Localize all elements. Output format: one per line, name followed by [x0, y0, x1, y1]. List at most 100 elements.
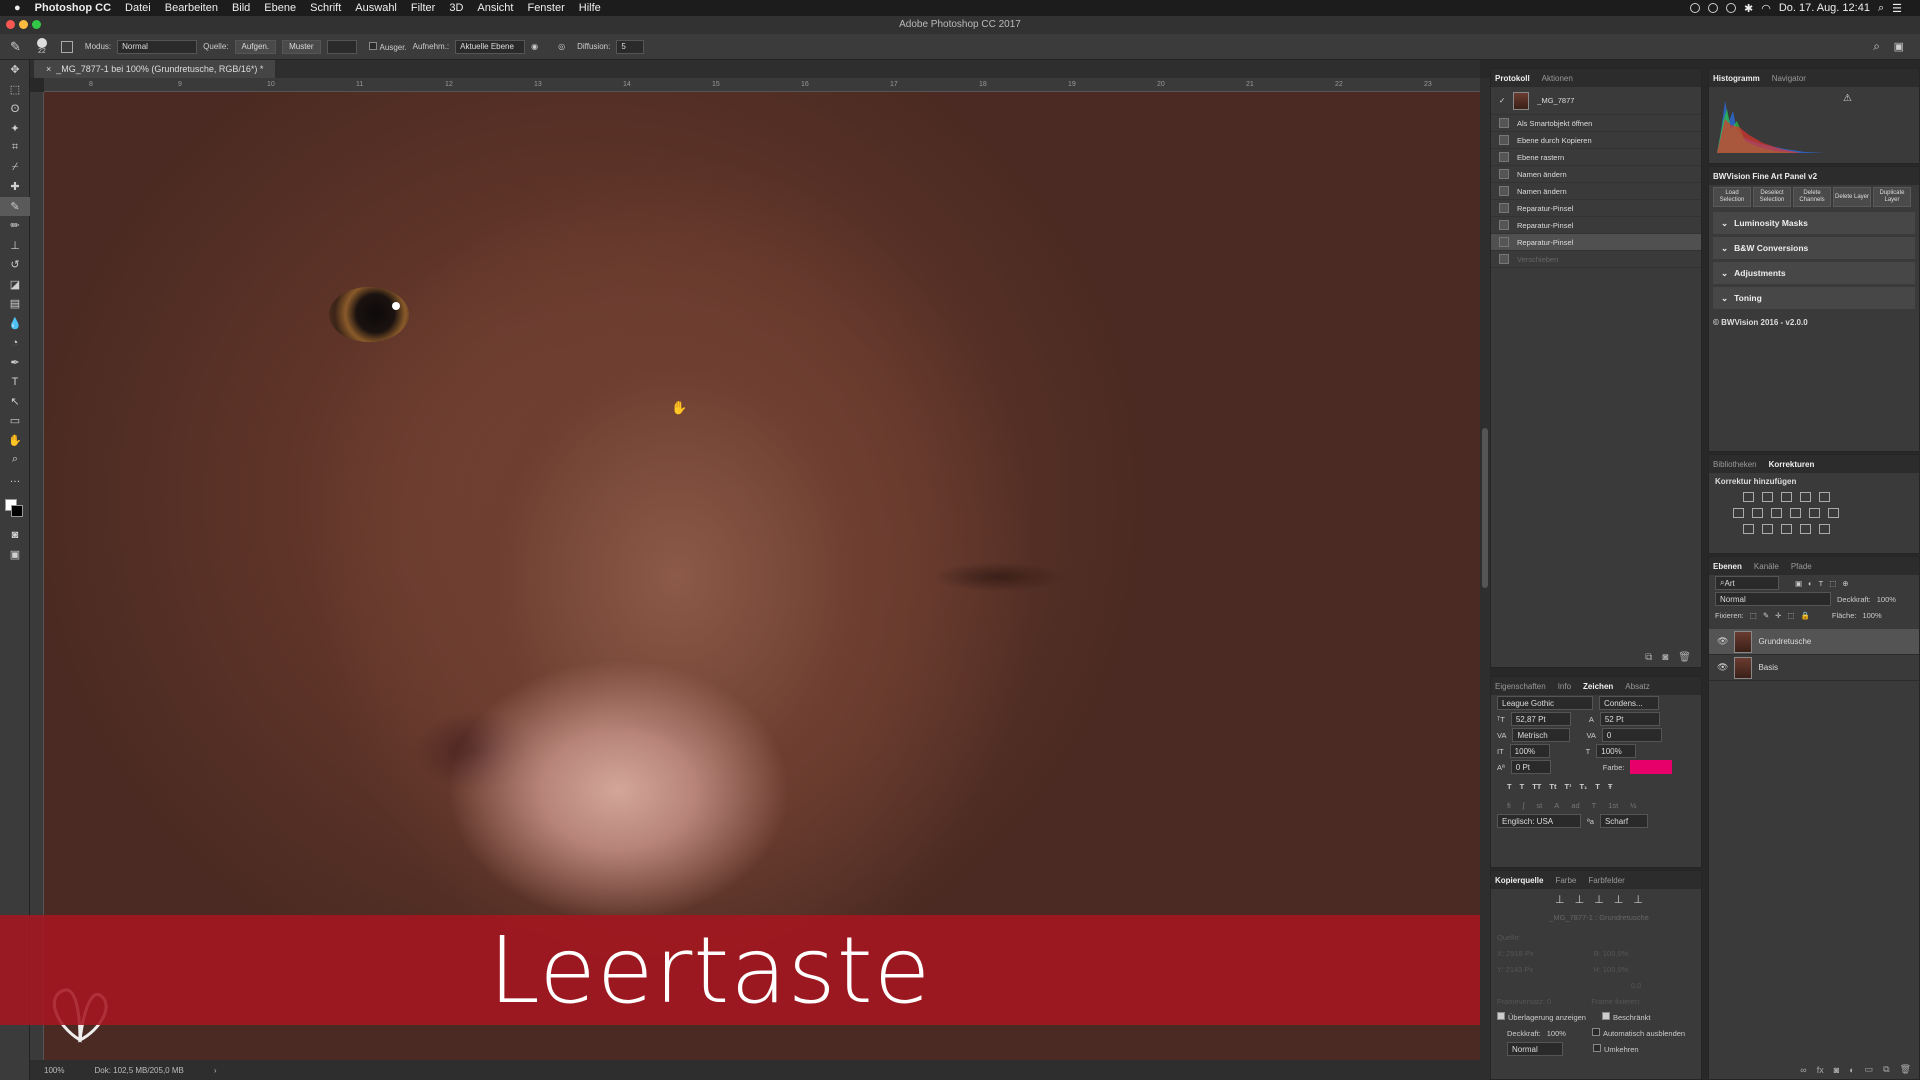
frame-offset[interactable]: Frameversatz: 0: [1497, 997, 1551, 1006]
status-arrow-icon[interactable]: ›: [214, 1066, 217, 1075]
scrollbar-thumb[interactable]: [1482, 428, 1488, 588]
lock-frame-checkbox[interactable]: Frame fixieren: [1591, 997, 1639, 1006]
history-item[interactable]: Als Smartobjekt öffnen: [1491, 115, 1701, 132]
new-document-icon[interactable]: ⧉: [1645, 652, 1652, 663]
visibility-eye-icon[interactable]: 👁: [1717, 636, 1728, 647]
menu-list-icon[interactable]: ☰: [1892, 2, 1902, 15]
tab-kopierquelle[interactable]: Kopierquelle: [1495, 876, 1543, 885]
vertical-scrollbar[interactable]: [1480, 78, 1490, 1060]
text-color-swatch[interactable]: [1630, 760, 1673, 774]
close-window-button[interactable]: [6, 20, 15, 29]
move-tool-icon[interactable]: ✥: [0, 60, 30, 80]
zoom-tool-icon[interactable]: ⌕: [0, 450, 30, 470]
history-brush-icon[interactable]: ↺: [0, 255, 30, 275]
path-select-icon[interactable]: ↖: [0, 392, 30, 412]
gradient-map-icon[interactable]: [1819, 524, 1830, 534]
snapshot-camera-icon[interactable]: ◙: [1662, 652, 1668, 663]
threshold-icon[interactable]: [1781, 524, 1792, 534]
text-style-button[interactable]: T¹: [1564, 782, 1571, 791]
posterize-icon[interactable]: [1762, 524, 1773, 534]
zoom-level[interactable]: 100%: [44, 1066, 64, 1075]
app-menu[interactable]: Photoshop CC: [35, 2, 111, 14]
menu-fenster[interactable]: Fenster: [527, 2, 564, 14]
tracking-input[interactable]: 0: [1601, 728, 1662, 742]
channel-mixer-icon[interactable]: [1809, 508, 1820, 518]
status-icon[interactable]: [1707, 3, 1718, 13]
show-overlay-checkbox[interactable]: Überlagerung anzeigen: [1497, 1012, 1586, 1022]
menu-bild[interactable]: Bild: [232, 2, 250, 14]
tab-ebenen[interactable]: Ebenen: [1713, 562, 1742, 571]
document-tab[interactable]: × _MG_7877-1 bei 100% (Grundretusche, RGB…: [34, 60, 276, 78]
lock-icons[interactable]: ⬚✎✛⬚🔒: [1750, 611, 1816, 620]
history-item[interactable]: Verschieben: [1491, 251, 1701, 268]
healing-brush-icon[interactable]: ✚: [0, 177, 30, 197]
brightness-icon[interactable]: [1743, 492, 1754, 502]
minimize-window-button[interactable]: [19, 20, 28, 29]
layer-row[interactable]: 👁 Basis: [1709, 655, 1919, 681]
color-lookup-icon[interactable]: [1828, 508, 1839, 518]
vibrance-icon[interactable]: [1819, 492, 1830, 502]
opacity-input[interactable]: 100%: [1877, 595, 1896, 604]
clone-h[interactable]: H: 100,0%: [1593, 965, 1628, 974]
search-icon[interactable]: ⌕: [1878, 2, 1884, 15]
clone-stamp-icon[interactable]: ⊥: [0, 236, 30, 256]
brush-preset-picker[interactable]: 22: [36, 38, 47, 55]
link-icon[interactable]: ∞: [1800, 1065, 1806, 1075]
status-icon[interactable]: [1725, 3, 1736, 13]
clone-angle[interactable]: 0,0: [1491, 977, 1701, 993]
bwvision-button[interactable]: Load Selection: [1713, 187, 1751, 207]
menu-ansicht[interactable]: Ansicht: [477, 2, 513, 14]
tab-eigenschaften[interactable]: Eigenschaften: [1495, 682, 1546, 691]
invert-checkbox[interactable]: Umkehren: [1593, 1044, 1639, 1054]
tab-zeichen[interactable]: Zeichen: [1583, 682, 1613, 691]
toggle-clone-source-icon[interactable]: [60, 40, 73, 53]
workspace-icon[interactable]: ▣: [1894, 40, 1904, 53]
menu-bearbeiten[interactable]: Bearbeiten: [165, 2, 218, 14]
shape-tool-icon[interactable]: ▭: [0, 411, 30, 431]
auto-hide-checkbox[interactable]: Automatisch ausblenden: [1591, 1028, 1685, 1038]
history-item[interactable]: Reparatur-Pinsel: [1491, 200, 1701, 217]
font-style-select[interactable]: Condens...: [1599, 696, 1659, 710]
leading-input[interactable]: 52 Pt: [1599, 712, 1660, 726]
sample-select[interactable]: Aktuelle Ebene: [455, 39, 526, 54]
tab-navigator[interactable]: Navigator: [1772, 74, 1806, 83]
mode-select[interactable]: Normal: [117, 39, 198, 54]
hand-tool-icon[interactable]: ✋: [0, 431, 30, 451]
menu-3d[interactable]: 3D: [449, 2, 463, 14]
history-item[interactable]: Ebene rastern: [1491, 149, 1701, 166]
healing-brush-active-icon[interactable]: ✎: [0, 196, 30, 216]
invert-icon[interactable]: [1743, 524, 1754, 534]
clone-source-icon[interactable]: ⊥: [1614, 893, 1624, 906]
trash-icon[interactable]: 🗑: [1900, 1064, 1911, 1075]
overlay-opacity-input[interactable]: 100%: [1547, 1029, 1566, 1038]
group-icon[interactable]: ▭: [1865, 1064, 1874, 1075]
new-layer-icon[interactable]: ⧉: [1883, 1064, 1889, 1075]
vertical-scale-input[interactable]: 100%: [1509, 744, 1550, 758]
horizontal-scale-input[interactable]: 100%: [1596, 744, 1637, 758]
document-info[interactable]: Dok: 102,5 MB/205,0 MB: [94, 1066, 183, 1075]
bwvision-section[interactable]: ⌄ Luminosity Masks: [1713, 212, 1915, 234]
quick-mask-icon[interactable]: ◙: [0, 525, 30, 545]
eyedropper-icon[interactable]: ⌿: [0, 158, 30, 178]
history-snapshot[interactable]: ✓ _MG_7877: [1491, 87, 1701, 115]
menu-auswahl[interactable]: Auswahl: [355, 2, 397, 14]
menu-ebene[interactable]: Ebene: [264, 2, 296, 14]
pen-tool-icon[interactable]: ✒: [0, 353, 30, 373]
fill-input[interactable]: 100%: [1862, 611, 1881, 620]
tab-info[interactable]: Info: [1558, 682, 1571, 691]
clone-source-icon[interactable]: ⊥: [1633, 893, 1643, 906]
clone-source-icon[interactable]: ⊥: [1555, 893, 1565, 906]
tab-farbe[interactable]: Farbe: [1555, 876, 1576, 885]
clone-source-icon[interactable]: ⊥: [1575, 893, 1585, 906]
clipped-checkbox[interactable]: Beschränkt: [1601, 1012, 1651, 1022]
clock[interactable]: Do. 17. Aug. 12:41: [1779, 2, 1870, 14]
history-item[interactable]: Namen ändern: [1491, 183, 1701, 200]
clone-y[interactable]: Y: 2143 Px: [1497, 965, 1533, 974]
healing-brush-icon[interactable]: ✎: [10, 39, 21, 55]
source-pattern-button[interactable]: Muster: [282, 39, 321, 54]
bwvision-button[interactable]: Delete Layer: [1833, 187, 1871, 207]
dodge-tool-icon[interactable]: ◔: [0, 333, 30, 353]
blur-tool-icon[interactable]: 💧: [0, 314, 30, 334]
type-tool-icon[interactable]: T: [0, 372, 30, 392]
font-family-select[interactable]: League Gothic: [1497, 696, 1593, 710]
